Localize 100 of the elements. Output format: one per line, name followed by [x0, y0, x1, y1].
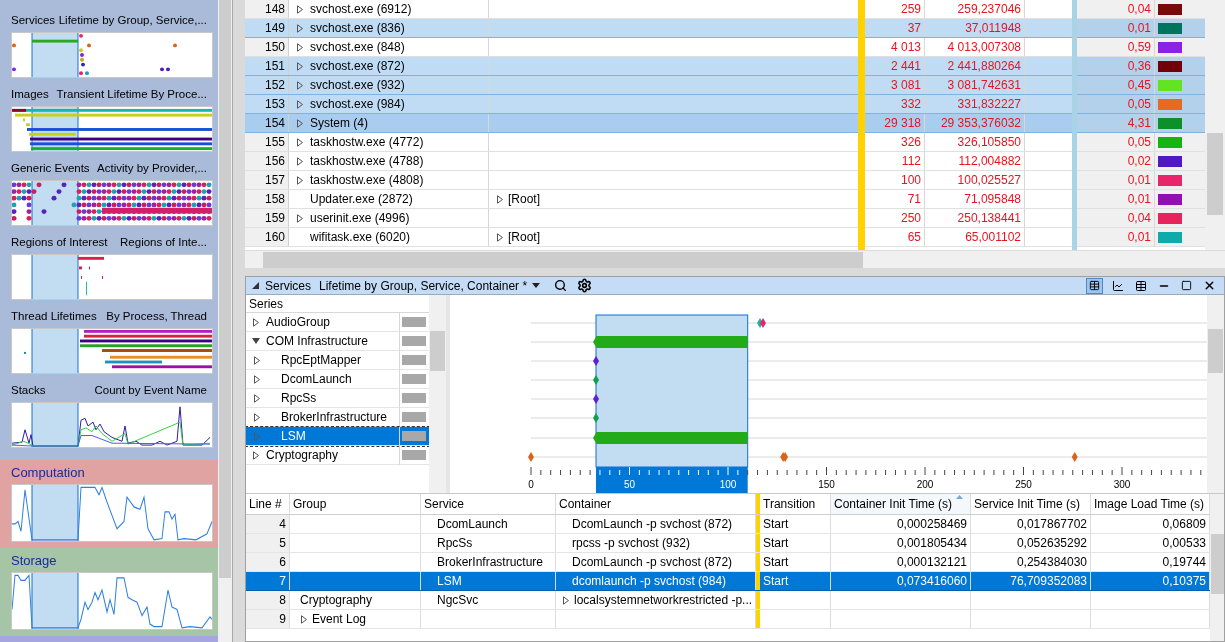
expand-icon[interactable]	[253, 374, 261, 384]
axis-label: 100	[719, 479, 737, 491]
vertical-scrollbar[interactable]	[1207, 295, 1224, 493]
table-cell-text: [Root]	[508, 191, 540, 208]
expand-icon[interactable]	[252, 317, 260, 327]
graph-subtitle[interactable]: Transient Lifetime By Proce...	[56, 85, 207, 103]
table-row[interactable]: 4 DcomLaunch DcomLaunch -p svchost (872) Start 0,000258469 0,017867702 0,06809	[246, 515, 1210, 534]
vertical-scrollbar[interactable]	[1210, 494, 1224, 641]
expand-icon[interactable]	[296, 118, 304, 128]
table-row[interactable]: 5 RpcSs rpcss -p svchost (932) Start 0,001805434 0,052635292 0,00533	[246, 534, 1210, 553]
column-header[interactable]: Transition	[763, 494, 816, 514]
graph-subtitle[interactable]: Lifetime by Group, Service,...	[58, 11, 207, 29]
expand-icon[interactable]	[496, 194, 504, 204]
group-title[interactable]: Computation	[11, 462, 207, 484]
table-row[interactable]: 159 userinit.exe (4996) 250 250,138441 0,04	[245, 209, 1205, 228]
column-header[interactable]: Line #	[249, 494, 282, 514]
expand-icon[interactable]	[296, 175, 304, 185]
expand-icon[interactable]	[496, 232, 504, 242]
graph-subtitle[interactable]: Activity by Provider,...	[97, 159, 207, 177]
table-cell: 259	[865, 0, 925, 18]
table-cell-text: 0,000258469	[896, 516, 967, 533]
table-row[interactable]: 160 wifitask.exe (6020) [Root] 65 65,001102 0,01	[245, 228, 1205, 247]
series-swatch	[402, 412, 426, 422]
table-row[interactable]: 155 taskhostw.exe (4772) 326 326,105850 0,05	[245, 133, 1205, 152]
table-cell: 29 318	[865, 114, 925, 132]
axis-label: 200	[916, 479, 934, 491]
graph-subtitle[interactable]: Count by Event Name	[94, 381, 207, 399]
vertical-scrollbar[interactable]	[1205, 0, 1225, 250]
column-header[interactable]: Container	[559, 494, 612, 514]
table-cell-text: DcomLaunch	[437, 516, 508, 533]
series-item[interactable]: Cryptography	[246, 446, 429, 465]
expand-icon[interactable]	[296, 4, 304, 14]
table-row[interactable]: 8 Cryptography NgcSvc localsystemnetworkrestricted -p...	[246, 591, 1210, 610]
column-header[interactable]: Image Load Time (s)	[1094, 494, 1205, 514]
series-item[interactable]: RpcSs	[246, 389, 429, 408]
series-item[interactable]: COM Infrastructure	[246, 332, 429, 351]
expand-icon[interactable]	[296, 23, 304, 33]
series-swatch	[402, 355, 426, 365]
expand-icon[interactable]	[253, 393, 261, 403]
series-item[interactable]: DcomLaunch	[246, 370, 429, 389]
table-row[interactable]: 7 LSM dcomlaunch -p svchost (984) Start 0,073416060 76,709352083 0,10375	[246, 572, 1210, 591]
group-title[interactable]: Storage	[11, 550, 207, 572]
expand-icon[interactable]	[296, 42, 304, 52]
table-row[interactable]: 157 taskhostw.exe (4808) 100 100,025527 0,01	[245, 171, 1205, 190]
collapse-icon[interactable]	[252, 282, 259, 289]
collapse-icon[interactable]	[252, 336, 260, 346]
table-row[interactable]: 154 System (4) 29 318 29 353,376032 4,31	[245, 114, 1205, 133]
table-cell-text: localsystemnetworkrestricted -p...	[574, 592, 753, 609]
graph-subtitle[interactable]: Regions of Inte...	[120, 233, 207, 251]
table-row[interactable]: 156 taskhostw.exe (4788) 112 112,004882 0,02	[245, 152, 1205, 171]
table-cell: 0,05	[1077, 95, 1155, 113]
graph-preview-drawing[interactable]	[11, 328, 213, 374]
table-cell-text: svchost.exe (848)	[310, 39, 405, 56]
table-cell: 326,105850	[925, 133, 1025, 151]
expand-icon[interactable]	[296, 156, 304, 166]
axis-label: 50	[623, 479, 636, 491]
search-icon[interactable]	[554, 279, 568, 292]
graph-preview-drawing[interactable]	[11, 180, 213, 226]
series-item[interactable]: AudioGroup	[246, 313, 429, 332]
column-header[interactable]: Group	[293, 494, 327, 514]
line-number: 155	[245, 133, 289, 151]
settings-icon[interactable]	[577, 278, 593, 293]
column-header[interactable]: Series	[246, 296, 283, 312]
vertical-scrollbar[interactable]	[429, 295, 446, 493]
table-row[interactable]: 148 svchost.exe (6912) 259 259,237046 0,04	[245, 0, 1205, 19]
horizontal-scrollbar[interactable]	[245, 250, 1225, 268]
expand-icon[interactable]	[562, 595, 570, 605]
table-cell-text: System (4)	[310, 115, 368, 132]
expand-icon[interactable]	[296, 137, 304, 147]
table-cell: 29 353,376032	[925, 114, 1025, 132]
expand-icon[interactable]	[252, 450, 260, 460]
table-row[interactable]: 152 svchost.exe (932) 3 081 3 081,742631 0,45	[245, 76, 1205, 95]
table-row[interactable]: 153 svchost.exe (984) 332 331,832227 0,05	[245, 95, 1205, 114]
expand-icon[interactable]	[253, 412, 261, 422]
table-cell-text: 0,000132121	[896, 554, 967, 571]
expand-icon[interactable]	[253, 355, 261, 365]
sidebar-scrollbar[interactable]	[218, 0, 232, 642]
view-dropdown[interactable]: Lifetime by Group, Service, Container *	[319, 277, 541, 295]
table-row[interactable]: 9 Event Log	[246, 610, 1210, 629]
graph-and-table-icon[interactable]	[1086, 277, 1103, 294]
table-cell-text: svchost.exe (984)	[310, 96, 405, 113]
expand-icon[interactable]	[296, 80, 304, 90]
expand-icon[interactable]	[296, 99, 304, 109]
series-item[interactable]: LSM	[246, 427, 429, 446]
line-number: 9	[246, 610, 290, 628]
series-swatch	[402, 374, 426, 384]
table-cell-text: svchost.exe (932)	[310, 77, 405, 94]
expand-icon[interactable]	[296, 213, 304, 223]
column-header[interactable]: Service	[424, 494, 464, 514]
column-header[interactable]: Service Init Time (s)	[974, 494, 1081, 514]
graph-preview-drawing[interactable]	[11, 106, 213, 152]
table-row[interactable]: 151 svchost.exe (872) 2 441 2 441,880264 0,36	[245, 57, 1205, 76]
expand-icon[interactable]	[300, 614, 308, 624]
table-row[interactable]: 150 svchost.exe (848) 4 013 4 013,007308 0,59	[245, 38, 1205, 57]
table-row[interactable]: 158 Updater.exe (2872) [Root] 71 71,095848 0,01	[245, 190, 1205, 209]
expand-icon[interactable]	[296, 61, 304, 71]
table-cell-text: 0,19744	[1162, 554, 1206, 571]
graph-subtitle[interactable]: By Process, Thread	[106, 307, 207, 325]
table-row[interactable]: 149 svchost.exe (836) 37 37,011948 0,01	[245, 19, 1205, 38]
series-item[interactable]: RpcEptMapper	[246, 351, 429, 370]
